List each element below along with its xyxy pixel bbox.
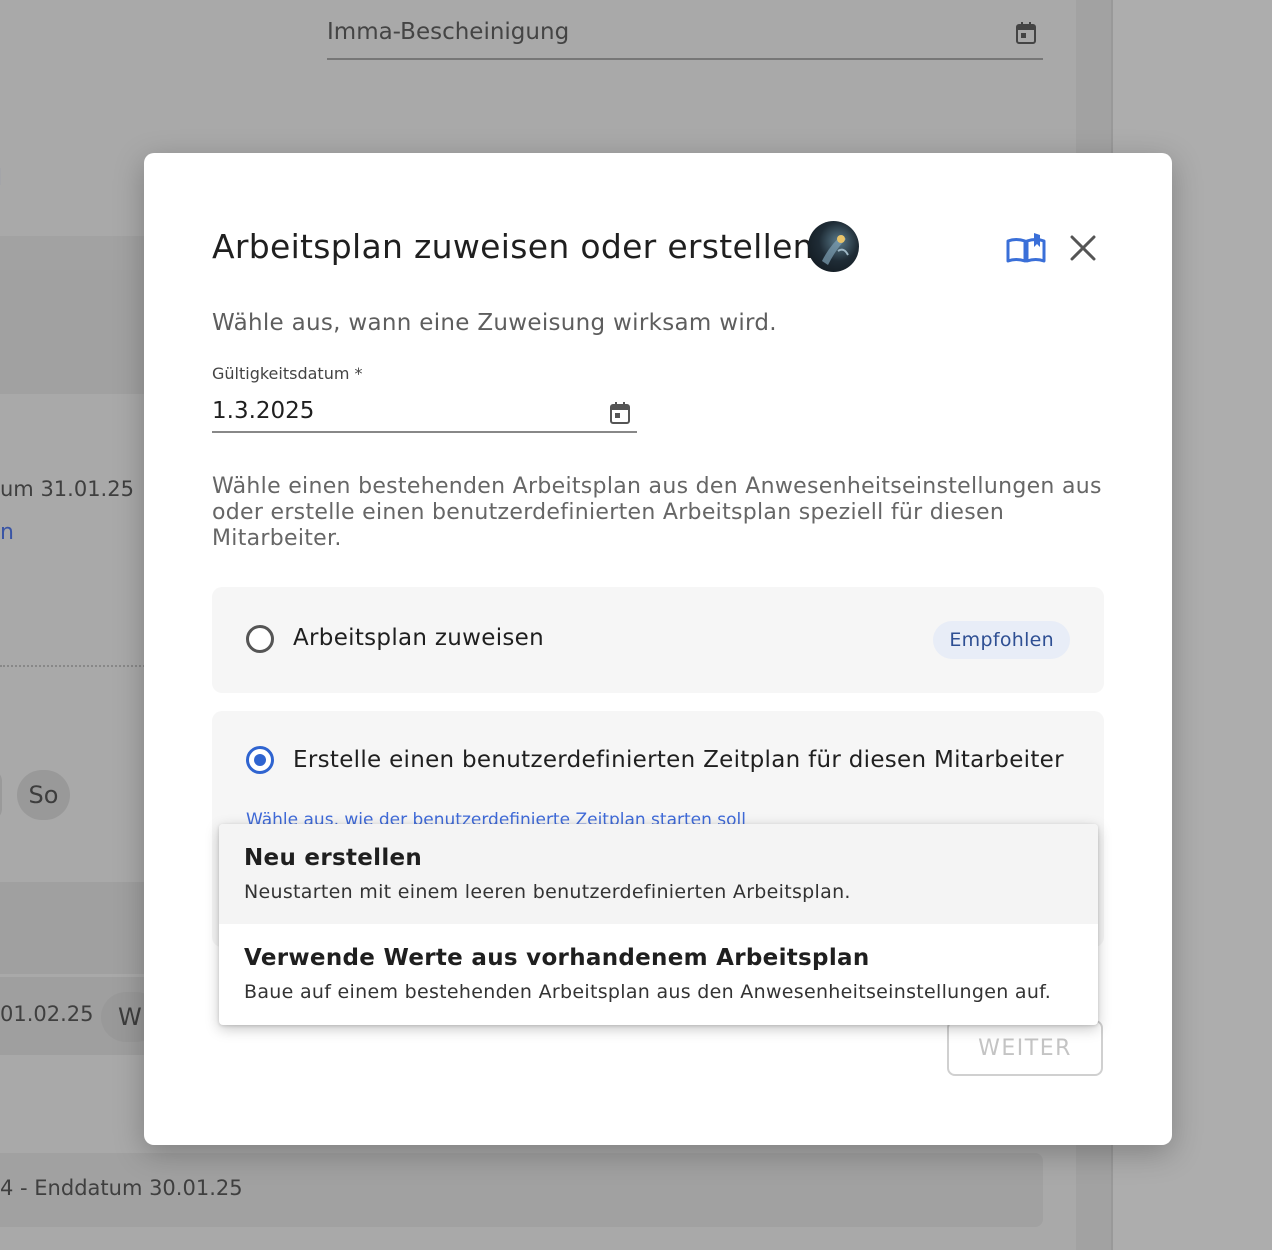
dropdown-item-title: Neu erstellen: [244, 845, 423, 871]
dialog-subtitle: Wähle aus, wann eine Zuweisung wirksam w…: [212, 310, 777, 336]
background-field-value: Imma-Bescheinigung: [327, 19, 570, 45]
open-book-icon: [1004, 233, 1048, 271]
dropdown-item-description: Neustarten mit einem leeren benutzerdefi…: [244, 881, 851, 903]
background-band: [0, 270, 145, 394]
effective-date-input[interactable]: 1.3.2025: [212, 391, 637, 433]
dropdown-item-new[interactable]: Neu erstellen Neustarten mit einem leere…: [219, 824, 1098, 924]
background-text: 4 - Enddatum 30.01.25: [0, 1176, 243, 1200]
next-button[interactable]: WEITER: [947, 1020, 1103, 1076]
option-assign-schedule[interactable]: Arbeitsplan zuweisen Empfohlen: [212, 587, 1104, 693]
close-icon: [1066, 235, 1100, 269]
option-label: Arbeitsplan zuweisen: [293, 625, 545, 651]
dialog-info-text: Wähle einen bestehenden Arbeitsplan aus …: [212, 474, 1102, 551]
background-link: l: [0, 166, 2, 191]
help-button[interactable]: [1004, 231, 1048, 267]
dropdown-item-existing[interactable]: Verwende Werte aus vorhandenem Arbeitspl…: [219, 924, 1098, 1025]
background-day-chip: So: [17, 770, 70, 820]
date-field-label: Gültigkeitsdatum *: [212, 364, 363, 383]
avatar: [808, 221, 859, 272]
background-text: um 31.01.25: [0, 477, 134, 501]
dropdown-item-title: Verwende Werte aus vorhandenem Arbeitspl…: [244, 945, 870, 971]
radio-custom-schedule[interactable]: [246, 746, 274, 774]
background-link: n: [0, 520, 14, 545]
background-divider: [0, 665, 145, 667]
calendar-icon[interactable]: [609, 398, 631, 438]
start-mode-dropdown: Neu erstellen Neustarten mit einem leere…: [219, 824, 1098, 1025]
dialog-title: Arbeitsplan zuweisen oder erstellen: [212, 227, 814, 266]
background-document-field: Imma-Bescheinigung: [327, 14, 1043, 60]
radio-assign-schedule[interactable]: [246, 625, 274, 653]
recommended-badge: Empfohlen: [933, 621, 1070, 659]
dropdown-item-description: Baue auf einem bestehenden Arbeitsplan a…: [244, 981, 1052, 1003]
calendar-icon: [1015, 20, 1037, 56]
date-value: 1.3.2025: [212, 398, 315, 424]
close-button[interactable]: [1066, 231, 1100, 265]
background-text: 01.02.25: [0, 1002, 94, 1026]
background-band: [0, 882, 145, 974]
option-label: Erstelle einen benutzerdefinierten Zeitp…: [293, 747, 1064, 773]
